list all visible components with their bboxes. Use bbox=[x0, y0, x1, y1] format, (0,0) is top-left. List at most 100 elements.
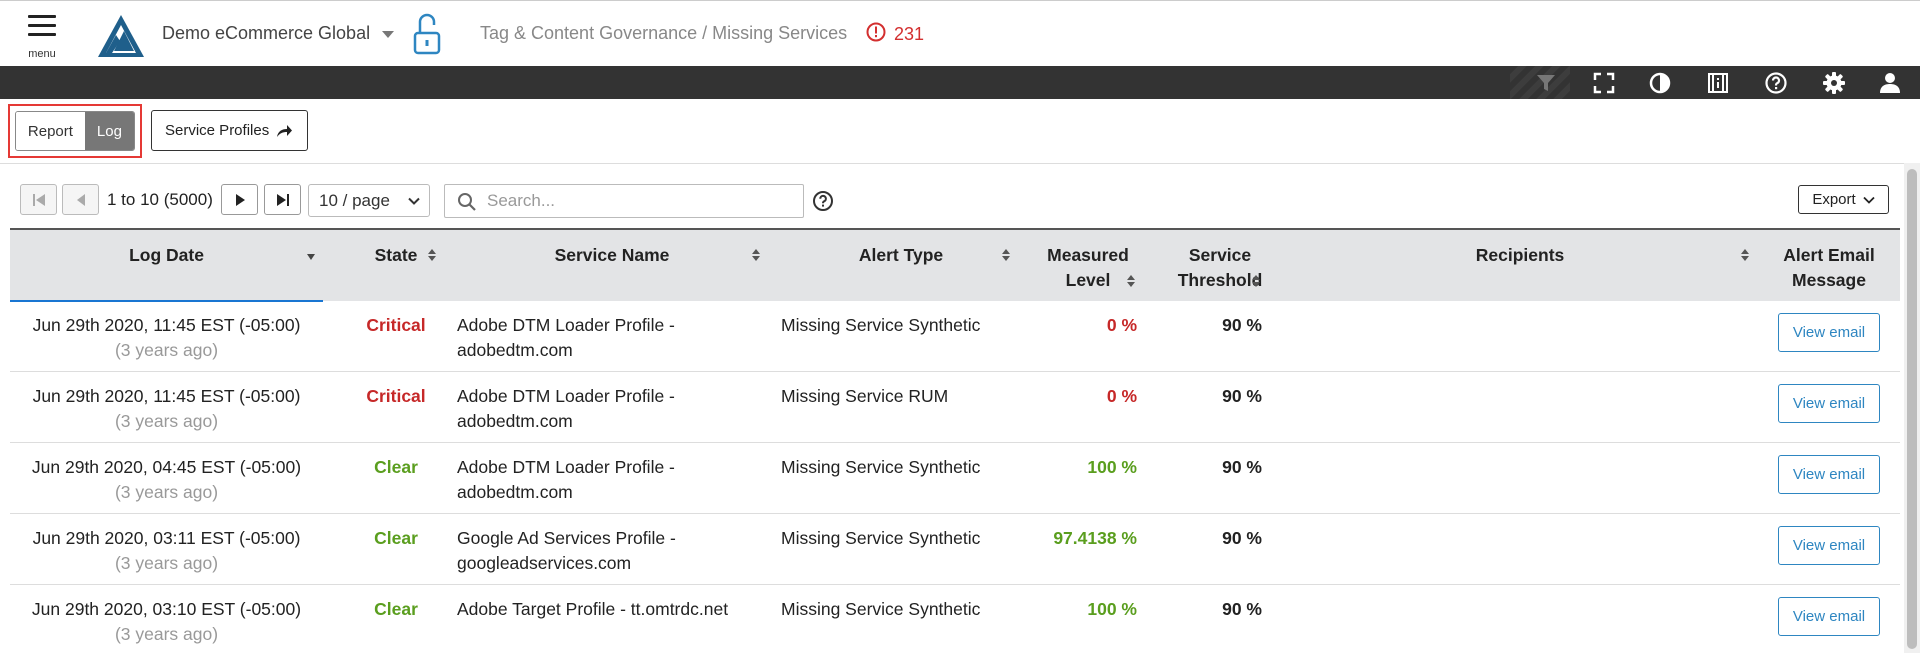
caret-down-icon[interactable] bbox=[382, 31, 394, 38]
vertical-scrollbar[interactable] bbox=[1904, 163, 1920, 653]
sort-icon[interactable] bbox=[428, 248, 436, 262]
measured-level-cell: 100 % bbox=[1087, 457, 1137, 477]
view-email-button[interactable]: View email bbox=[1778, 597, 1880, 636]
fullscreen-icon[interactable] bbox=[1591, 70, 1617, 96]
search-icon bbox=[458, 193, 476, 211]
threshold-cell: 90 % bbox=[1222, 599, 1262, 619]
col-alert-email-label-1: Alert Email bbox=[1783, 245, 1875, 265]
threshold-cell: 90 % bbox=[1222, 386, 1262, 406]
service-name-line-2: adobedtm.com bbox=[457, 340, 573, 360]
state-cell: Clear bbox=[374, 599, 418, 619]
log-date-cell: Jun 29th 2020, 11:45 EST (-05:00) (3 yea… bbox=[10, 384, 323, 434]
prev-page-button[interactable] bbox=[62, 184, 99, 215]
sort-desc-icon[interactable] bbox=[307, 250, 315, 264]
filter-icon[interactable] bbox=[1533, 70, 1559, 96]
measured-level-cell: 100 % bbox=[1087, 599, 1137, 619]
log-toggle-button[interactable]: Log bbox=[84, 112, 134, 150]
search-input[interactable] bbox=[487, 185, 797, 217]
sort-icon[interactable] bbox=[1252, 274, 1260, 288]
col-alert-type[interactable]: Alert Type bbox=[781, 243, 1021, 268]
sort-icon[interactable] bbox=[752, 248, 760, 262]
col-service-name-label: Service Name bbox=[554, 245, 670, 265]
alert-type-cell: Missing Service RUM bbox=[781, 386, 949, 406]
measured-level-cell: 0 % bbox=[1106, 315, 1137, 335]
log-date-cell: Jun 29th 2020, 11:45 EST (-05:00) (3 yea… bbox=[10, 313, 323, 363]
contrast-icon[interactable] bbox=[1647, 70, 1673, 96]
log-date: Jun 29th 2020, 11:45 EST (-05:00) bbox=[32, 315, 301, 335]
help-manual-icon[interactable] bbox=[1705, 70, 1731, 96]
log-date-relative: (3 years ago) bbox=[114, 553, 219, 573]
col-state-label: State bbox=[374, 245, 418, 265]
log-date-relative: (3 years ago) bbox=[114, 340, 219, 360]
sort-icon[interactable] bbox=[1741, 248, 1749, 262]
col-recipients-label: Recipients bbox=[1475, 245, 1565, 265]
col-service-name[interactable]: Service Name bbox=[457, 243, 767, 268]
col-measured-label-2: Level bbox=[1065, 270, 1111, 290]
service-name-line-1: Adobe Target Profile - tt.omtrdc.net bbox=[457, 599, 729, 619]
export-button[interactable]: Export bbox=[1798, 185, 1889, 214]
col-alert-email: Alert Email Message bbox=[1764, 243, 1894, 293]
table-header: Log Date State Service Name Alert Type M… bbox=[10, 228, 1900, 302]
export-label: Export bbox=[1812, 191, 1856, 208]
alert-count[interactable]: 231 bbox=[894, 24, 924, 45]
service-name-cell: Adobe DTM Loader Profile - adobedtm.com bbox=[457, 384, 757, 434]
app-header: menu Demo eCommerce Global Tag & Content… bbox=[0, 0, 1920, 66]
service-name-cell: Google Ad Services Profile - googleadser… bbox=[457, 526, 757, 576]
last-page-button[interactable] bbox=[264, 184, 301, 215]
settings-icon[interactable] bbox=[1821, 70, 1847, 96]
col-alert-email-label-2: Message bbox=[1792, 270, 1866, 290]
measured-level-cell: 97.4138 % bbox=[1053, 528, 1137, 548]
user-icon[interactable] bbox=[1877, 70, 1903, 96]
search-help-icon[interactable] bbox=[812, 190, 834, 212]
view-email-button[interactable]: View email bbox=[1778, 384, 1880, 423]
account-name[interactable]: Demo eCommerce Global bbox=[162, 23, 370, 44]
sort-icon[interactable] bbox=[1002, 248, 1010, 262]
measured-level-cell: 0 % bbox=[1106, 386, 1137, 406]
log-date: Jun 29th 2020, 03:10 EST (-05:00) bbox=[31, 599, 302, 619]
last-page-icon bbox=[276, 193, 289, 206]
log-date-relative: (3 years ago) bbox=[114, 624, 219, 644]
view-email-button[interactable]: View email bbox=[1778, 313, 1880, 352]
table-body: Jun 29th 2020, 11:45 EST (-05:00) (3 yea… bbox=[10, 301, 1900, 653]
log-date: Jun 29th 2020, 03:11 EST (-05:00) bbox=[32, 528, 301, 548]
view-toggle-highlight: Report Log bbox=[8, 104, 142, 158]
col-threshold-label-1: Service bbox=[1188, 245, 1252, 265]
col-log-date[interactable]: Log Date bbox=[10, 243, 323, 268]
alert-type-cell: Missing Service Synthetic bbox=[781, 528, 981, 548]
report-toggle-button[interactable]: Report bbox=[16, 112, 85, 150]
log-date-relative: (3 years ago) bbox=[114, 411, 219, 431]
col-recipients[interactable]: Recipients bbox=[1300, 243, 1740, 268]
search-field bbox=[444, 184, 804, 218]
hamburger-icon bbox=[28, 15, 56, 18]
breadcrumb: Tag & Content Governance / Missing Servi… bbox=[480, 23, 848, 43]
prev-page-icon bbox=[76, 193, 85, 206]
alert-type-cell: Missing Service Synthetic bbox=[781, 599, 981, 619]
state-cell: Clear bbox=[374, 457, 418, 477]
scrollbar-thumb[interactable] bbox=[1907, 169, 1917, 649]
unlock-icon[interactable] bbox=[411, 11, 443, 57]
help-icon[interactable] bbox=[1763, 70, 1789, 96]
next-page-icon bbox=[235, 193, 245, 206]
log-date: Jun 29th 2020, 04:45 EST (-05:00) bbox=[31, 457, 302, 477]
service-name-line-2: googleadservices.com bbox=[457, 553, 632, 573]
alert-icon[interactable] bbox=[866, 22, 886, 42]
table-row: Jun 29th 2020, 03:10 EST (-05:00) (3 yea… bbox=[10, 585, 1900, 653]
col-service-threshold[interactable]: Service Threshold bbox=[1160, 243, 1280, 293]
logo-icon bbox=[98, 15, 144, 57]
sort-icon[interactable] bbox=[1127, 274, 1135, 288]
menu-button[interactable]: menu bbox=[22, 13, 62, 61]
log-table: Log Date State Service Name Alert Type M… bbox=[10, 228, 1900, 653]
next-page-button[interactable] bbox=[221, 184, 258, 215]
state-cell: Critical bbox=[366, 386, 426, 406]
service-profiles-label: Service Profiles bbox=[165, 122, 270, 139]
view-email-button[interactable]: View email bbox=[1778, 526, 1880, 565]
page-size-select[interactable]: 10 / page bbox=[308, 184, 430, 217]
service-profiles-button[interactable]: Service Profiles bbox=[151, 110, 308, 151]
first-page-button[interactable] bbox=[20, 184, 57, 215]
top-toolbar bbox=[0, 66, 1920, 99]
divider bbox=[0, 163, 1904, 164]
service-name-line-2: adobedtm.com bbox=[457, 411, 573, 431]
table-row: Jun 29th 2020, 04:45 EST (-05:00) (3 yea… bbox=[10, 443, 1900, 514]
table-row: Jun 29th 2020, 03:11 EST (-05:00) (3 yea… bbox=[10, 514, 1900, 585]
view-email-button[interactable]: View email bbox=[1778, 455, 1880, 494]
